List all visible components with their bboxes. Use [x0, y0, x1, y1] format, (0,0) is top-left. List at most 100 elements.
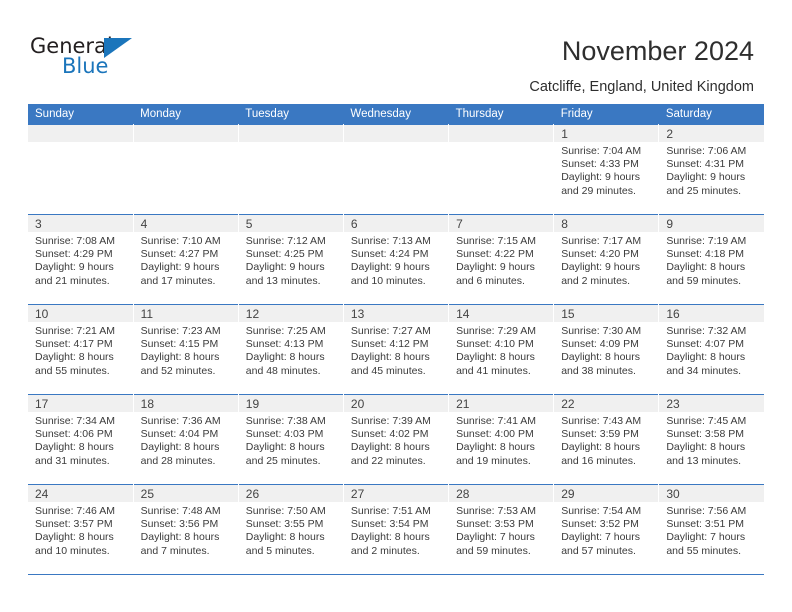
day-number: 4	[133, 215, 238, 232]
calendar-day-cell-empty	[133, 124, 239, 215]
day-detail-sunset: Sunset: 3:52 PM	[561, 518, 639, 531]
day-detail-daylight-line1: Daylight: 8 hours	[140, 441, 220, 454]
day-detail-daylight-line1: Daylight: 8 hours	[350, 531, 430, 544]
calendar-day-cell[interactable]: 6 Sunrise: 7:13 AM Sunset: 4:24 PM Daylight…	[343, 214, 450, 305]
calendar-day-cell[interactable]: 30 Sunrise: 7:56 AM Sunset: 3:51 PM Dayligh…	[658, 484, 764, 575]
calendar-day-cell[interactable]: 15 Sunrise: 7:30 AM Sunset: 4:09 PM Dayligh…	[553, 304, 660, 395]
calendar-day-cell[interactable]: 4 Sunrise: 7:10 AM Sunset: 4:27 PM Daylight…	[133, 214, 239, 305]
day-detail-daylight-line2: and 55 minutes.	[666, 544, 742, 557]
calendar-day-cell[interactable]: 23 Sunrise: 7:45 AM Sunset: 3:58 PM Dayligh…	[658, 394, 764, 485]
calendar-day-cell[interactable]: 12 Sunrise: 7:25 AM Sunset: 4:13 PM Dayligh…	[238, 304, 344, 395]
calendar-day-cell[interactable]: 18 Sunrise: 7:36 AM Sunset: 4:04 PM Dayligh…	[133, 394, 239, 485]
day-details: Sunrise: 7:51 AM Sunset: 3:54 PM Daylight:…	[344, 502, 448, 558]
day-detail-sunset: Sunset: 4:10 PM	[456, 338, 534, 351]
calendar-day-cell[interactable]: 2 Sunrise: 7:06 AM Sunset: 4:31 PM Daylight…	[658, 124, 764, 215]
calendar-day-cell[interactable]: 27 Sunrise: 7:51 AM Sunset: 3:54 PM Dayligh…	[343, 484, 450, 575]
day-number: 7	[449, 215, 554, 232]
day-detail-daylight-line2: and 34 minutes.	[666, 364, 742, 377]
day-detail-sunset: Sunset: 4:06 PM	[35, 428, 113, 441]
calendar-day-cell[interactable]: 16 Sunrise: 7:32 AM Sunset: 4:07 PM Dayligh…	[658, 304, 764, 395]
calendar-day-cell-empty	[238, 124, 344, 215]
day-detail-sunrise: Sunrise: 7:39 AM	[350, 415, 431, 427]
calendar-day-cell[interactable]: 28 Sunrise: 7:53 AM Sunset: 3:53 PM Dayligh…	[448, 484, 555, 575]
day-detail-daylight-line2: and 10 minutes.	[350, 274, 426, 287]
general-blue-logo[interactable]: General Blue	[30, 34, 170, 84]
day-cell-inner: 30 Sunrise: 7:56 AM Sunset: 3:51 PM Dayligh…	[659, 485, 764, 574]
day-detail-daylight-line2: and 25 minutes.	[666, 184, 742, 197]
day-number: 23	[659, 395, 764, 412]
day-detail-sunrise: Sunrise: 7:15 AM	[456, 235, 537, 247]
calendar-day-cell[interactable]: 19 Sunrise: 7:38 AM Sunset: 4:03 PM Dayligh…	[238, 394, 344, 485]
calendar-day-cell[interactable]: 10 Sunrise: 7:21 AM Sunset: 4:17 PM Dayligh…	[28, 304, 134, 395]
day-number: 19	[238, 395, 343, 412]
day-detail-daylight-line1: Daylight: 7 hours	[666, 531, 746, 544]
calendar-day-cell[interactable]: 13 Sunrise: 7:27 AM Sunset: 4:12 PM Dayligh…	[343, 304, 450, 395]
calendar-day-cell[interactable]: 9 Sunrise: 7:19 AM Sunset: 4:18 PM Daylight…	[658, 214, 764, 305]
day-detail-daylight-line1: Daylight: 9 hours	[561, 171, 640, 184]
day-detail-daylight-line2: and 25 minutes.	[245, 454, 321, 467]
calendar-day-cell[interactable]: 8 Sunrise: 7:17 AM Sunset: 4:20 PM Daylight…	[553, 214, 660, 305]
day-number: 25	[133, 485, 238, 502]
day-detail-sunrise: Sunrise: 7:23 AM	[140, 325, 221, 337]
day-detail-sunset: Sunset: 3:58 PM	[666, 428, 744, 441]
calendar-day-cell[interactable]: 1 Sunrise: 7:04 AM Sunset: 4:33 PM Daylight…	[553, 124, 660, 215]
calendar-day-cell[interactable]: 3 Sunrise: 7:08 AM Sunset: 4:29 PM Daylight…	[28, 214, 134, 305]
calendar-day-cell[interactable]: 26 Sunrise: 7:50 AM Sunset: 3:55 PM Dayligh…	[238, 484, 344, 575]
day-number: 9	[659, 215, 764, 232]
day-detail-daylight-line1: Daylight: 8 hours	[245, 441, 325, 454]
calendar-day-cell[interactable]: 24 Sunrise: 7:46 AM Sunset: 3:57 PM Dayligh…	[28, 484, 134, 575]
day-number: 30	[659, 485, 764, 502]
day-detail-daylight-line2: and 59 minutes.	[666, 274, 742, 287]
day-detail-daylight-line2: and 17 minutes.	[140, 274, 216, 287]
day-detail-sunset: Sunset: 3:53 PM	[456, 518, 534, 531]
day-details: Sunrise: 7:29 AM Sunset: 4:10 PM Daylight:…	[449, 322, 553, 378]
day-detail-sunrise: Sunrise: 7:34 AM	[35, 415, 115, 427]
day-details: Sunrise: 7:04 AM Sunset: 4:33 PM Daylight:…	[554, 142, 658, 198]
day-cell-inner: 18 Sunrise: 7:36 AM Sunset: 4:04 PM Dayligh…	[133, 395, 238, 484]
day-detail-daylight-line2: and 29 minutes.	[561, 184, 636, 197]
day-cell-inner: 27 Sunrise: 7:51 AM Sunset: 3:54 PM Dayligh…	[343, 485, 449, 574]
day-number: 8	[554, 215, 659, 232]
calendar-day-cell[interactable]: 7 Sunrise: 7:15 AM Sunset: 4:22 PM Daylight…	[448, 214, 555, 305]
day-number: 18	[133, 395, 238, 412]
day-number: 22	[554, 395, 659, 412]
calendar-day-cell[interactable]: 11 Sunrise: 7:23 AM Sunset: 4:15 PM Dayligh…	[133, 304, 239, 395]
calendar-day-cell[interactable]: 25 Sunrise: 7:48 AM Sunset: 3:56 PM Dayligh…	[133, 484, 239, 575]
day-detail-sunrise: Sunrise: 7:17 AM	[561, 235, 642, 247]
day-detail-sunset: Sunset: 3:56 PM	[140, 518, 219, 531]
day-detail-sunset: Sunset: 4:00 PM	[456, 428, 534, 441]
day-details: Sunrise: 7:50 AM Sunset: 3:55 PM Daylight:…	[239, 502, 343, 558]
day-detail-daylight-line1: Daylight: 8 hours	[35, 441, 114, 454]
day-detail-daylight-line2: and 2 minutes.	[350, 544, 420, 557]
calendar-day-cell[interactable]: 20 Sunrise: 7:39 AM Sunset: 4:02 PM Dayligh…	[343, 394, 450, 485]
day-cell-inner: 17 Sunrise: 7:34 AM Sunset: 4:06 PM Dayligh…	[28, 395, 133, 484]
calendar-day-cell[interactable]: 17 Sunrise: 7:34 AM Sunset: 4:06 PM Dayligh…	[28, 394, 134, 485]
day-detail-daylight-line1: Daylight: 8 hours	[561, 351, 640, 364]
day-detail-sunset: Sunset: 4:24 PM	[350, 248, 429, 261]
calendar-day-cell[interactable]: 21 Sunrise: 7:41 AM Sunset: 4:00 PM Dayligh…	[448, 394, 555, 485]
day-detail-sunset: Sunset: 3:54 PM	[350, 518, 429, 531]
weekday-header-friday: Friday	[553, 104, 659, 125]
day-detail-daylight-line2: and 22 minutes.	[350, 454, 426, 467]
day-detail-daylight-line2: and 10 minutes.	[35, 544, 110, 557]
day-detail-sunrise: Sunrise: 7:41 AM	[456, 415, 537, 427]
day-detail-daylight-line1: Daylight: 9 hours	[666, 171, 746, 184]
day-detail-daylight-line1: Daylight: 9 hours	[35, 261, 114, 274]
day-cell-inner: 15 Sunrise: 7:30 AM Sunset: 4:09 PM Dayligh…	[554, 305, 659, 394]
weekday-header-monday: Monday	[133, 104, 239, 125]
day-details: Sunrise: 7:23 AM Sunset: 4:15 PM Daylight:…	[134, 322, 238, 378]
calendar-day-cell[interactable]: 5 Sunrise: 7:12 AM Sunset: 4:25 PM Daylight…	[238, 214, 344, 305]
day-detail-daylight-line1: Daylight: 9 hours	[245, 261, 325, 274]
calendar-day-cell[interactable]: 14 Sunrise: 7:29 AM Sunset: 4:10 PM Dayligh…	[448, 304, 555, 395]
day-details: Sunrise: 7:54 AM Sunset: 3:52 PM Daylight:…	[554, 502, 658, 558]
sunrise-sunset-calendar: Sunday Monday Tuesday Wednesday Thursday…	[28, 104, 764, 575]
calendar-day-cell[interactable]: 29 Sunrise: 7:54 AM Sunset: 3:52 PM Dayligh…	[553, 484, 660, 575]
day-detail-daylight-line2: and 52 minutes.	[140, 364, 216, 377]
day-detail-sunset: Sunset: 3:51 PM	[666, 518, 744, 531]
day-number	[238, 125, 343, 142]
weekday-header-saturday: Saturday	[658, 104, 764, 125]
day-details: Sunrise: 7:06 AM Sunset: 4:31 PM Daylight:…	[659, 142, 764, 198]
day-detail-sunrise: Sunrise: 7:51 AM	[350, 505, 431, 517]
day-cell-inner: 22 Sunrise: 7:43 AM Sunset: 3:59 PM Dayligh…	[554, 395, 659, 484]
calendar-day-cell[interactable]: 22 Sunrise: 7:43 AM Sunset: 3:59 PM Dayligh…	[553, 394, 660, 485]
